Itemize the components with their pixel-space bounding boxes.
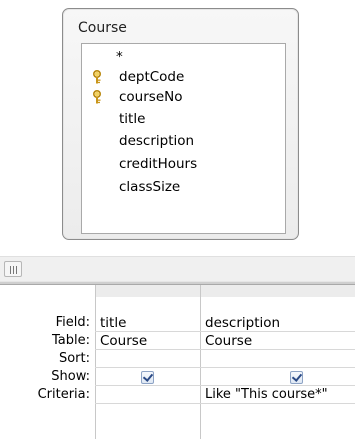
criteria-cell[interactable] <box>100 386 196 404</box>
grid-column-line <box>200 285 201 439</box>
table-cell[interactable]: Course <box>100 332 196 350</box>
field-item-label: title <box>119 111 146 127</box>
show-checkbox[interactable] <box>290 371 303 384</box>
criteria-cell[interactable]: Like "This course*" <box>205 386 355 404</box>
scroll-thumb[interactable] <box>4 261 22 277</box>
field-list[interactable]: * deptCode courseNo title description cr… <box>81 43 286 234</box>
primary-key-icon <box>91 69 103 84</box>
grip-line <box>10 266 11 274</box>
query-design-pane: Course * deptCode courseNo title descrip… <box>0 0 355 256</box>
table-field-list-window[interactable]: Course * deptCode courseNo title descrip… <box>62 8 299 240</box>
grip-line <box>16 266 17 274</box>
field-item-label: creditHours <box>119 156 198 172</box>
query-design-grid: Field: Table: Sort: Show: Criteria: titl… <box>0 285 355 439</box>
row-label-criteria: Criteria: <box>37 387 90 402</box>
table-title[interactable]: Course <box>78 20 127 36</box>
sort-cell[interactable] <box>100 350 196 368</box>
row-label-show: Show: <box>51 369 90 384</box>
field-cell[interactable]: description <box>205 314 355 332</box>
field-cell[interactable]: title <box>100 314 196 332</box>
field-item-label: deptCode <box>119 69 185 85</box>
design-pane-scrollbar[interactable] <box>0 256 355 282</box>
field-item-label: classSize <box>119 179 181 195</box>
row-label-table: Table: <box>52 333 90 348</box>
row-label-sort: Sort: <box>58 351 90 366</box>
row-label-field: Field: <box>55 315 90 330</box>
show-checkbox[interactable] <box>141 371 154 384</box>
column-selector-bar[interactable] <box>95 285 355 297</box>
grid-column-line <box>95 285 96 439</box>
primary-key-icon <box>91 89 103 104</box>
field-item-label: description <box>119 133 195 149</box>
sort-cell[interactable] <box>205 350 355 368</box>
field-item-label: * <box>116 49 123 65</box>
table-cell[interactable]: Course <box>205 332 355 350</box>
field-item-label: courseNo <box>119 89 183 105</box>
grip-line <box>13 266 14 274</box>
